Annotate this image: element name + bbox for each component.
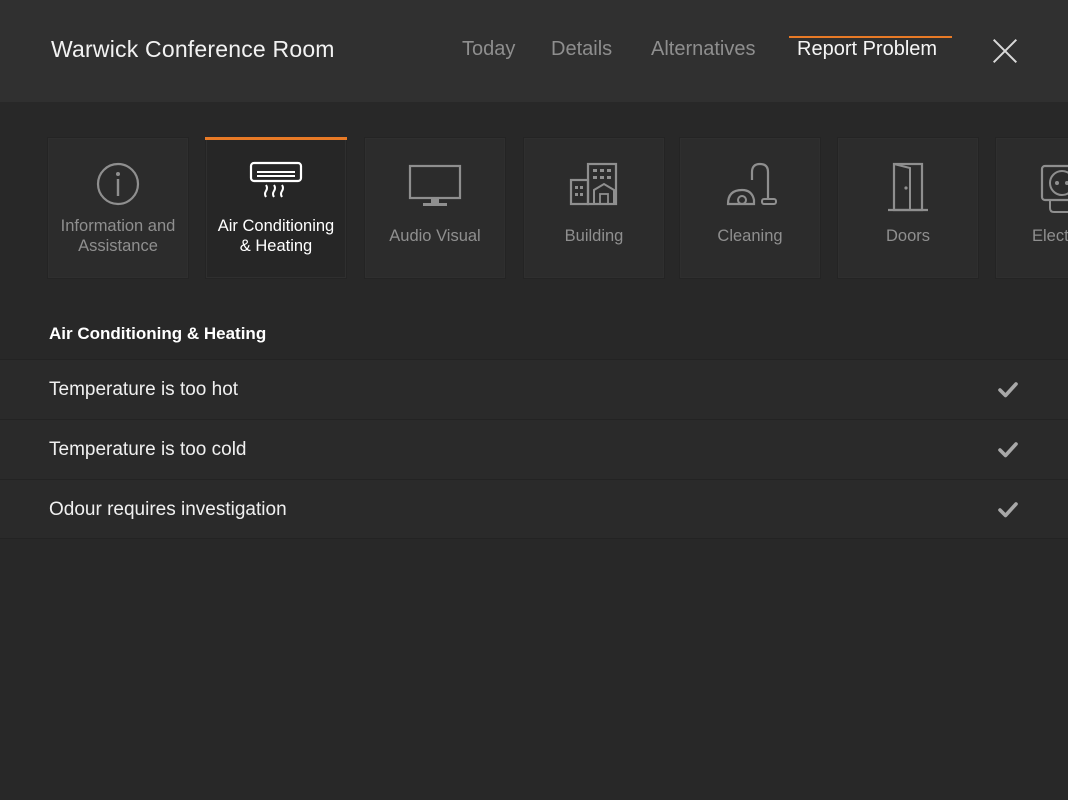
category-label: Audio Visual [389,227,481,245]
vacuum-cleaner-icon [726,162,777,206]
issue-label: Temperature is too cold [49,439,247,460]
tab-today[interactable]: Today [462,38,515,61]
issue-label: Odour requires investigation [49,499,287,520]
category-label: Cleaning [717,227,783,245]
checkmark-icon [998,442,1018,458]
info-icon [96,162,140,206]
category-label: Elect [1032,227,1068,245]
door-icon [888,162,928,212]
category-label: Building [564,227,624,245]
category-strip: Information and Assistance Air Condition… [0,137,1068,281]
tab-alternatives[interactable]: Alternatives [651,38,756,61]
issue-list: Temperature is too hot Temperature is to… [0,359,1068,539]
close-icon[interactable] [992,38,1018,64]
category-audio-visual[interactable]: Audio Visual [364,137,506,279]
checkmark-icon [998,502,1018,518]
list-item[interactable]: Temperature is too cold [0,419,1068,479]
category-building[interactable]: Building [523,137,665,279]
tab-report-problem[interactable]: Report Problem [797,38,937,61]
room-title: Warwick Conference Room [51,36,335,62]
category-label: Information and Assistance [60,217,176,255]
category-electrical[interactable]: Elect [995,137,1068,279]
category-doors[interactable]: Doors [837,137,979,279]
category-label: Doors [885,227,930,245]
tab-details[interactable]: Details [551,38,612,61]
list-item[interactable]: Odour requires investigation [0,479,1068,539]
building-icon [569,162,618,206]
power-socket-icon [1040,164,1068,213]
air-conditioner-icon [249,161,303,198]
monitor-icon [408,164,462,206]
list-item[interactable]: Temperature is too hot [0,359,1068,419]
category-cleaning[interactable]: Cleaning [679,137,821,279]
header-bar: Warwick Conference Room Today Details Al… [0,0,1068,102]
category-label: Air Conditioning & Heating [217,217,335,255]
category-air-conditioning-heating[interactable]: Air Conditioning & Heating [205,137,347,279]
issue-label: Temperature is too hot [49,379,239,400]
category-information-and-assistance[interactable]: Information and Assistance [47,137,189,279]
section-title: Air Conditioning & Heating [49,324,267,343]
checkmark-icon [998,382,1018,398]
